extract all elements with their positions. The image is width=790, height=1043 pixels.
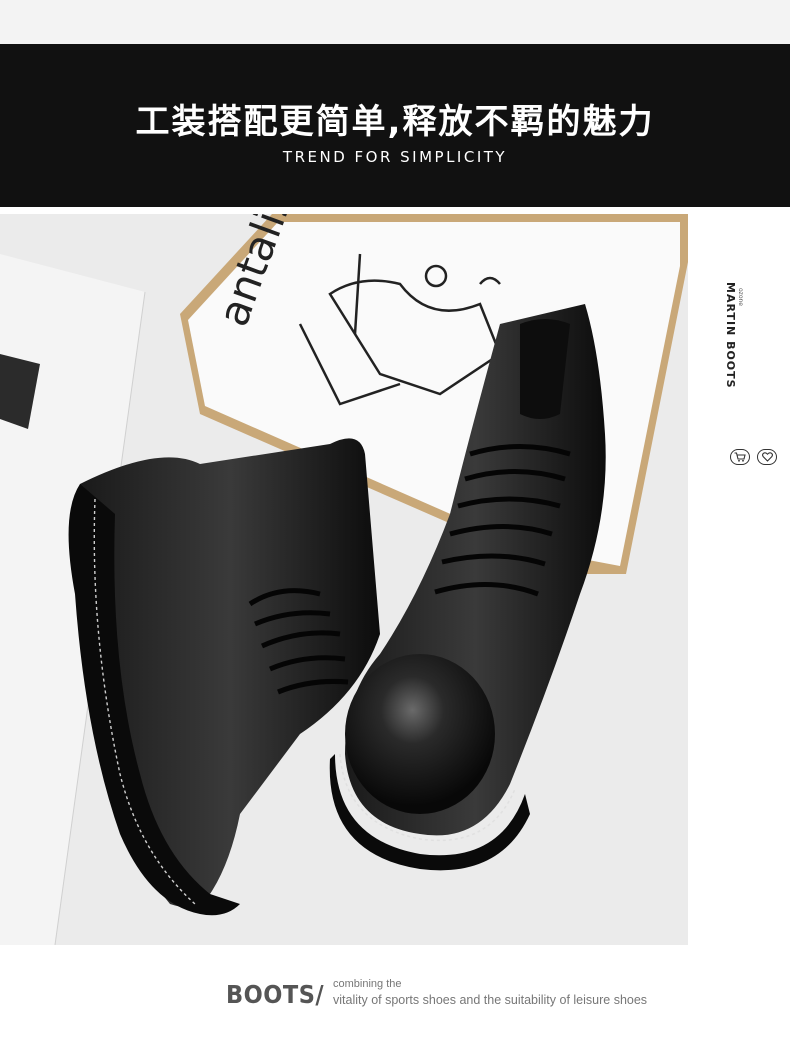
footer-line-2: vitality of sports shoes and the suitabi… xyxy=(333,993,648,1007)
heart-icon xyxy=(761,452,773,462)
side-label-small: ozone xyxy=(737,288,744,306)
product-photo: antaliz xyxy=(0,214,688,945)
footer-caption: BOOTS/ combining the vitality of sports … xyxy=(0,960,790,1043)
footer-title: BOOTS/ xyxy=(226,980,325,1009)
favorite-button[interactable] xyxy=(757,449,777,465)
side-label-text: MARTIN BOOTS xyxy=(724,282,737,389)
boots-photo-illustration: antaliz xyxy=(0,214,688,945)
side-label: MARTIN BOOTS ozone xyxy=(722,282,752,392)
banner-headline: 工装搭配更简单,释放不羁的魅力 xyxy=(135,102,655,142)
footer-line-1: combining the xyxy=(333,978,402,990)
cart-icon xyxy=(734,452,746,462)
header-banner: 工装搭配更简单,释放不羁的魅力 TREND FOR SIMPLICITY xyxy=(0,44,790,207)
top-strip xyxy=(0,0,790,44)
banner-subheadline: TREND FOR SIMPLICITY xyxy=(282,148,508,166)
cart-button[interactable] xyxy=(730,449,750,465)
